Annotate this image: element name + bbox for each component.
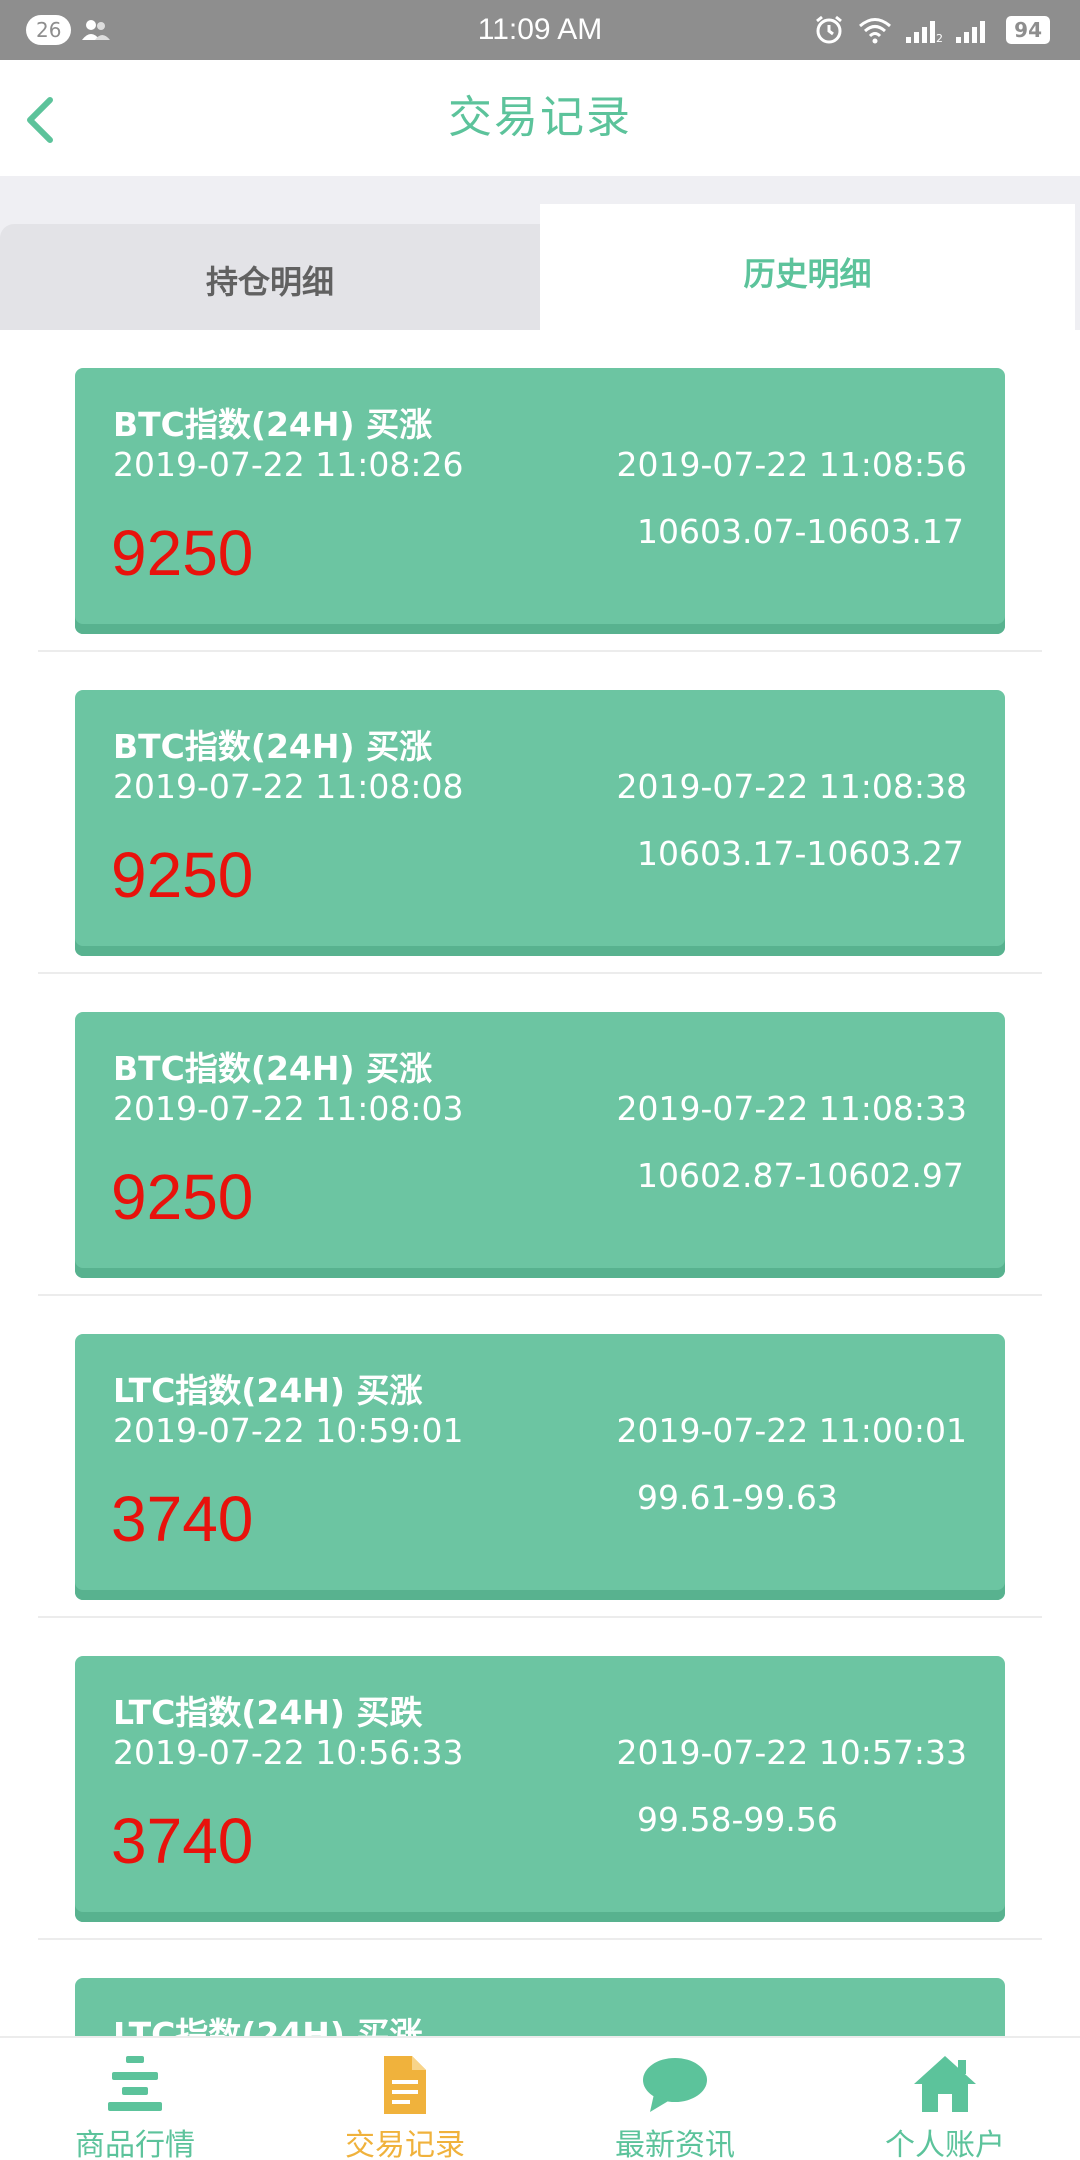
nav-label-news: 最新资讯 [615, 2128, 735, 2160]
nav-item-account[interactable]: 个人账户 [810, 2038, 1080, 2160]
status-bar: 26 11:09 AM 2 94 [0, 0, 1080, 60]
record-title: BTC指数(24H) 买涨 [113, 1049, 433, 1088]
record-card[interactable]: BTC指数(24H) 买涨 2019-07-22 11:08:03 2019-0… [75, 1012, 1005, 1278]
nav-item-market[interactable]: 商品行情 [0, 2038, 270, 2160]
record-title: LTC指数(24H) 买涨 [113, 2015, 423, 2036]
tab-bar: 持仓明细 历史明细 [0, 204, 1080, 330]
list-item: BTC指数(24H) 买涨 2019-07-22 11:08:26 2019-0… [0, 330, 1080, 652]
record-open-time: 2019-07-22 10:59:01 [113, 1411, 464, 1450]
record-close-time: 2019-07-22 11:00:01 [616, 1411, 967, 1450]
nav-label-records: 交易记录 [345, 2128, 465, 2160]
home-icon [914, 2056, 976, 2112]
wifi-icon [859, 18, 892, 44]
record-card[interactable]: LTC指数(24H) 买跌 2019-07-22 10:56:33 2019-0… [75, 1656, 1005, 1922]
tab-positions[interactable]: 持仓明细 [0, 224, 540, 330]
signal-sim1-icon: 2 [906, 21, 942, 43]
list-item: BTC指数(24H) 买涨 2019-07-22 11:08:08 2019-0… [0, 652, 1080, 974]
record-price-range: 10603.07-10603.17 [637, 512, 964, 551]
nav-label-market: 商品行情 [75, 2128, 195, 2160]
record-card[interactable]: BTC指数(24H) 买涨 2019-07-22 11:08:26 2019-0… [75, 368, 1005, 634]
record-price-range: 10602.87-10602.97 [637, 1156, 964, 1195]
record-close-time: 2019-07-22 11:08:33 [616, 1089, 967, 1128]
page-title: 交易记录 [448, 92, 632, 143]
list-item: BTC指数(24H) 买涨 2019-07-22 11:08:03 2019-0… [0, 974, 1080, 1296]
record-amount: 9250 [111, 839, 254, 911]
record-open-time: 2019-07-22 10:56:33 [113, 1733, 464, 1772]
nav-label-account: 个人账户 [885, 2128, 1005, 2160]
document-icon [384, 2056, 426, 2114]
record-amount: 9250 [111, 517, 254, 589]
record-price-range: 10603.17-10603.27 [637, 834, 964, 873]
record-close-time: 2019-07-22 10:57:33 [616, 1733, 967, 1772]
record-title: BTC指数(24H) 买涨 [113, 405, 433, 444]
record-amount: 9250 [111, 1161, 254, 1233]
battery-indicator: 94 [1006, 16, 1050, 44]
record-title: LTC指数(24H) 买跌 [113, 1693, 423, 1732]
record-amount: 3740 [111, 1805, 254, 1877]
nav-item-records[interactable]: 交易记录 [270, 2038, 540, 2160]
record-card[interactable]: LTC指数(24H) 买涨 [75, 1978, 1005, 2036]
app-header: 交易记录 [0, 60, 1080, 176]
bottom-nav: 商品行情 交易记录 最新资讯 个人账户 [0, 2036, 1080, 2160]
market-icon [108, 2056, 162, 2111]
record-open-time: 2019-07-22 11:08:26 [113, 445, 464, 484]
record-open-time: 2019-07-22 11:08:03 [113, 1089, 464, 1128]
chat-bubble-icon [643, 2058, 707, 2112]
signal-sim2-icon [956, 21, 986, 43]
record-card[interactable]: BTC指数(24H) 买涨 2019-07-22 11:08:08 2019-0… [75, 690, 1005, 956]
record-title: BTC指数(24H) 买涨 [113, 727, 433, 766]
record-price-range: 99.61-99.63 [637, 1478, 838, 1517]
record-open-time: 2019-07-22 11:08:08 [113, 767, 464, 806]
header-divider [0, 176, 1080, 204]
record-close-time: 2019-07-22 11:08:56 [616, 445, 967, 484]
record-title: LTC指数(24H) 买涨 [113, 1371, 423, 1410]
status-right: 2 94 [814, 12, 1050, 48]
record-close-time: 2019-07-22 11:08:38 [616, 767, 967, 806]
record-list[interactable]: BTC指数(24H) 买涨 2019-07-22 11:08:26 2019-0… [0, 330, 1080, 2036]
record-price-range: 99.58-99.56 [637, 1800, 838, 1839]
list-item: LTC指数(24H) 买涨 [0, 1940, 1080, 2036]
trade-records-page: 26 11:09 AM 2 94 交易记录 持仓明细 历史明细 BTC指数(24… [0, 0, 1080, 2160]
record-amount: 3740 [111, 1483, 254, 1555]
record-card[interactable]: LTC指数(24H) 买涨 2019-07-22 10:59:01 2019-0… [75, 1334, 1005, 1600]
alarm-icon [816, 15, 843, 44]
sim2-label: 2 [936, 32, 942, 43]
list-item: LTC指数(24H) 买跌 2019-07-22 10:56:33 2019-0… [0, 1618, 1080, 1940]
list-item: LTC指数(24H) 买涨 2019-07-22 10:59:01 2019-0… [0, 1296, 1080, 1618]
nav-item-news[interactable]: 最新资讯 [540, 2038, 810, 2160]
tab-history[interactable]: 历史明细 [540, 204, 1075, 330]
